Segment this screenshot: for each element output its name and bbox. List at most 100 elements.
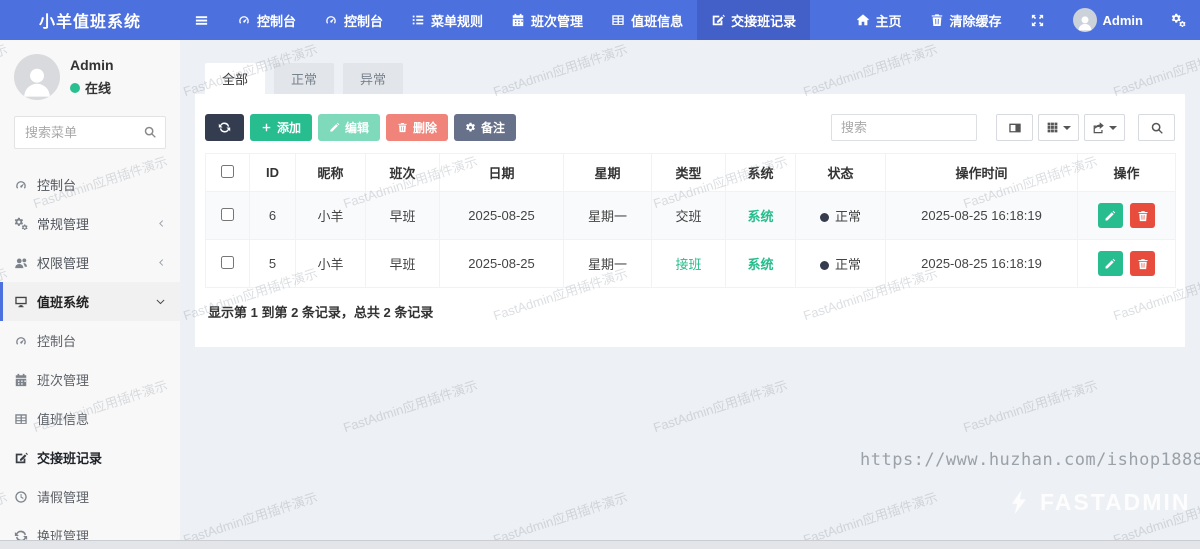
sidebar-item-handover-records[interactable]: 交接班记录 bbox=[0, 438, 180, 477]
nav-tab-label: 交接班记录 bbox=[731, 13, 797, 29]
refresh-button[interactable] bbox=[205, 114, 244, 141]
select-all-checkbox[interactable] bbox=[221, 164, 234, 178]
pencil-icon bbox=[1104, 210, 1116, 222]
fullscreen-button[interactable] bbox=[1016, 0, 1059, 40]
tab-all[interactable]: 全部 bbox=[205, 63, 266, 94]
nav-tab-label: 值班信息 bbox=[631, 13, 684, 29]
sidebar-user-status: 在线 bbox=[70, 78, 114, 97]
horizontal-scrollbar[interactable] bbox=[0, 540, 1200, 549]
calendar-icon bbox=[14, 373, 28, 387]
row-edit-button[interactable] bbox=[1097, 251, 1123, 276]
sidebar-item-duty-system[interactable]: 值班系统 bbox=[0, 282, 180, 321]
cell-actions bbox=[1077, 191, 1176, 240]
row-edit-button[interactable] bbox=[1097, 203, 1123, 228]
status-dot-icon bbox=[819, 261, 829, 271]
bolt-icon bbox=[1005, 488, 1033, 516]
sidebar-item-general-management[interactable]: 常规管理 bbox=[0, 204, 180, 243]
export-icon bbox=[1092, 121, 1105, 134]
grid-icon bbox=[1046, 121, 1059, 134]
cell-id: 5 bbox=[249, 239, 296, 288]
status-dot-icon bbox=[819, 213, 829, 223]
sidebar-user-panel: Admin 在线 bbox=[0, 40, 180, 106]
avatar bbox=[1072, 8, 1097, 32]
dashboard-icon bbox=[324, 13, 338, 27]
cell-type: 交班 bbox=[651, 191, 726, 240]
pencil-icon bbox=[1104, 258, 1116, 270]
table-row: 5 小羊 早班 2025-08-25 星期一 接班 系统 正常 2025-08-… bbox=[205, 239, 1176, 288]
sidebar-item-leave-management[interactable]: 请假管理 bbox=[0, 477, 180, 516]
cell-type: 接班 bbox=[651, 239, 726, 288]
table-search-input[interactable] bbox=[831, 114, 977, 141]
edit-label: 编辑 bbox=[345, 121, 370, 135]
column-header-shift: 班次 bbox=[365, 153, 440, 192]
note-button[interactable]: 备注 bbox=[454, 114, 517, 141]
toolbar: 添加 编辑 删除 备注 bbox=[205, 114, 1175, 141]
top-navbar: 小羊值班系统 控制台 控制台 菜单规则 班次管理 值班信息 交接班记录 主页 清… bbox=[0, 0, 1200, 40]
dashboard-icon bbox=[14, 334, 28, 348]
table-icon bbox=[611, 13, 625, 27]
sidebar-item-shift-management[interactable]: 班次管理 bbox=[0, 360, 180, 399]
column-header-system: 系统 bbox=[725, 153, 796, 192]
search-button[interactable] bbox=[1138, 114, 1175, 141]
sidebar-item-label: 值班信息 bbox=[37, 412, 90, 427]
clear-cache-label: 清除缓存 bbox=[949, 13, 1002, 29]
tab-abnormal[interactable]: 异常 bbox=[343, 63, 404, 94]
caret-down-icon bbox=[1063, 125, 1071, 130]
row-checkbox[interactable] bbox=[221, 207, 234, 221]
clock-icon bbox=[14, 490, 28, 504]
trash-icon bbox=[1137, 258, 1149, 270]
tab-normal[interactable]: 正常 bbox=[274, 63, 335, 94]
sidebar-item-duty-dashboard[interactable]: 控制台 bbox=[0, 321, 180, 360]
settings-button[interactable] bbox=[1157, 0, 1200, 40]
nav-tab-dashboard-1[interactable]: 控制台 bbox=[223, 0, 310, 40]
add-label: 添加 bbox=[277, 121, 302, 135]
cell-system: 系统 bbox=[725, 239, 796, 288]
nav-tab-handover-records[interactable]: 交接班记录 bbox=[697, 0, 811, 40]
sidebar-toggle-button[interactable] bbox=[180, 0, 223, 40]
user-icon bbox=[19, 64, 55, 100]
caret-down-icon bbox=[1109, 125, 1117, 130]
sidebar-item-dashboard[interactable]: 控制台 bbox=[0, 165, 180, 204]
clear-cache-button[interactable]: 清除缓存 bbox=[916, 0, 1016, 40]
export-button[interactable] bbox=[1084, 114, 1125, 141]
menu-search bbox=[14, 116, 166, 149]
column-header-optime: 操作时间 bbox=[885, 153, 1078, 192]
chevron-left-icon bbox=[155, 257, 166, 268]
user-icon bbox=[1076, 14, 1094, 32]
cell-optime: 2025-08-25 16:18:19 bbox=[885, 239, 1078, 288]
sidebar-item-permission-management[interactable]: 权限管理 bbox=[0, 243, 180, 282]
pagination-summary: 显示第 1 到第 2 条记录，总共 2 条记录 bbox=[208, 305, 434, 320]
navbar-right: 主页 清除缓存 Admin bbox=[842, 0, 1200, 40]
toggle-view-button[interactable] bbox=[996, 114, 1033, 141]
edit-button[interactable]: 编辑 bbox=[318, 114, 381, 141]
nav-tab-shift-management[interactable]: 班次管理 bbox=[497, 0, 597, 40]
delete-button[interactable]: 删除 bbox=[386, 114, 449, 141]
cogs-icon bbox=[14, 217, 28, 231]
sidebar-item-duty-info[interactable]: 值班信息 bbox=[0, 399, 180, 438]
cell-nickname: 小羊 bbox=[295, 239, 366, 288]
nav-tab-menu-rules[interactable]: 菜单规则 bbox=[397, 0, 497, 40]
row-delete-button[interactable] bbox=[1130, 203, 1156, 228]
nav-tab-duty-info[interactable]: 值班信息 bbox=[597, 0, 697, 40]
home-label: 主页 bbox=[875, 13, 902, 29]
add-button[interactable]: 添加 bbox=[250, 114, 313, 141]
row-delete-button[interactable] bbox=[1130, 251, 1156, 276]
column-header-type: 类型 bbox=[651, 153, 726, 192]
table-icon bbox=[14, 412, 28, 426]
edit-icon bbox=[711, 13, 725, 27]
sidebar-item-label: 交接班记录 bbox=[37, 451, 103, 466]
cell-optime: 2025-08-25 16:18:19 bbox=[885, 191, 1078, 240]
sidebar-item-label: 值班系统 bbox=[37, 295, 90, 310]
filter-tabs: 全部 正常 异常 bbox=[205, 63, 1185, 94]
columns-button[interactable] bbox=[1038, 114, 1079, 141]
table-row: 6 小羊 早班 2025-08-25 星期一 交班 系统 正常 2025-08-… bbox=[205, 191, 1176, 240]
sidebar-item-label: 控制台 bbox=[37, 178, 77, 193]
user-menu[interactable]: Admin bbox=[1059, 0, 1157, 40]
home-button[interactable]: 主页 bbox=[842, 0, 916, 40]
toggle-icon bbox=[1008, 121, 1022, 135]
cell-weekday: 星期一 bbox=[563, 239, 652, 288]
row-checkbox[interactable] bbox=[221, 255, 234, 269]
sidebar-item-label: 常规管理 bbox=[37, 217, 90, 232]
hamburger-icon bbox=[194, 13, 209, 28]
nav-tab-dashboard-2[interactable]: 控制台 bbox=[310, 0, 397, 40]
